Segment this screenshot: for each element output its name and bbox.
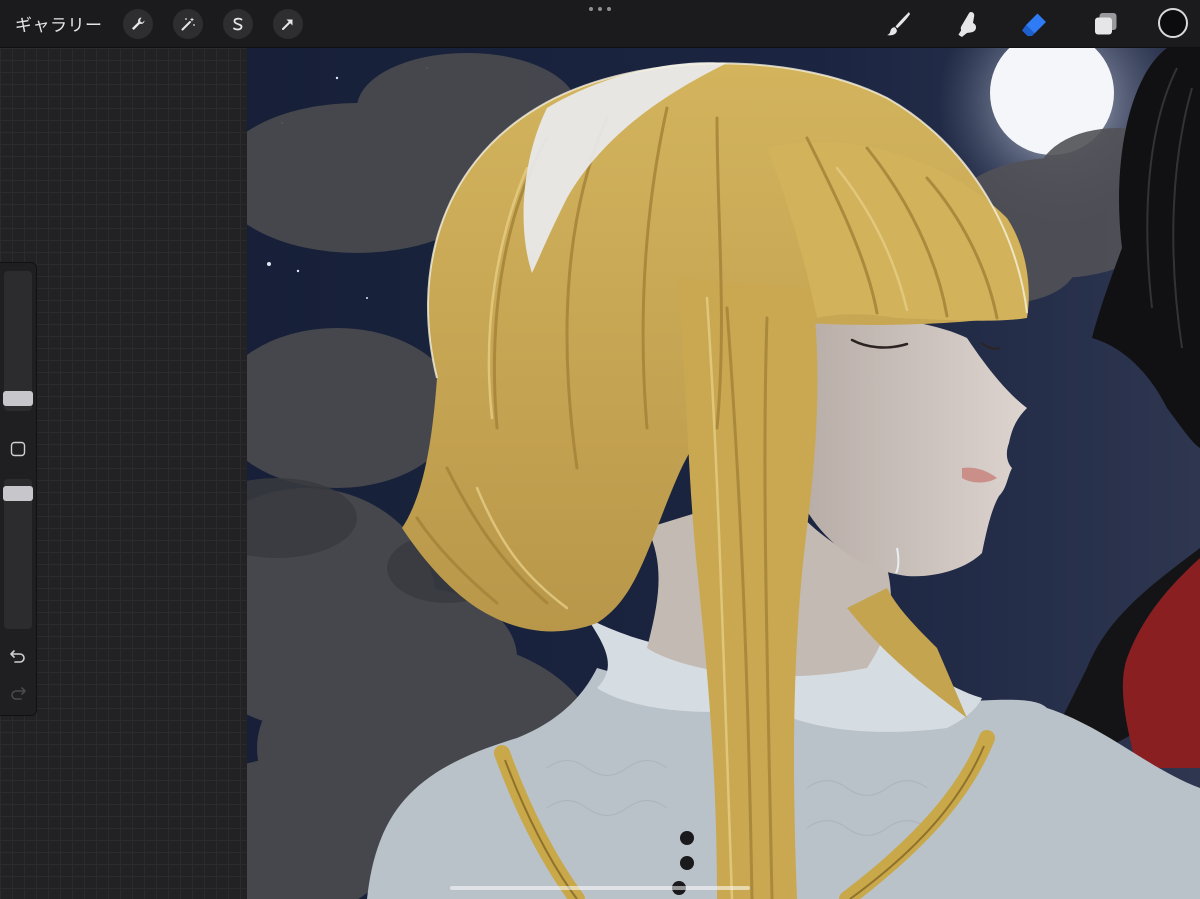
actions-button[interactable]	[123, 9, 153, 39]
brush-size-thumb[interactable]	[3, 391, 33, 406]
dot	[607, 7, 611, 11]
paint-tool-button[interactable]	[882, 8, 914, 40]
undo-button[interactable]	[8, 646, 28, 666]
opacity-slider[interactable]	[3, 479, 33, 629]
canvas-workspace-background	[0, 48, 247, 899]
brush-sidebar	[0, 262, 37, 716]
dot	[598, 7, 602, 11]
color-picker-button[interactable]	[1158, 8, 1188, 38]
adjustments-button[interactable]	[173, 9, 203, 39]
modify-button[interactable]	[10, 441, 26, 457]
wrench-icon	[132, 17, 145, 30]
drawing-canvas[interactable]	[247, 48, 1200, 899]
layers-button[interactable]	[1090, 8, 1122, 40]
selection-button[interactable]	[223, 9, 253, 39]
artwork-illustration	[247, 48, 1200, 899]
redo-icon	[11, 687, 26, 700]
modify-square-icon	[10, 441, 26, 457]
transform-button[interactable]	[273, 9, 303, 39]
top-toolbar: ギャラリー	[0, 0, 1200, 48]
opacity-thumb[interactable]	[3, 486, 33, 501]
smudge-icon	[958, 12, 977, 37]
eraser-icon	[1022, 13, 1046, 36]
magic-wand-icon	[181, 17, 195, 31]
dot	[589, 7, 593, 11]
selection-icon	[233, 17, 243, 31]
brush-size-slider[interactable]	[3, 271, 33, 411]
brush-icon	[887, 12, 910, 36]
gallery-button[interactable]: ギャラリー	[15, 11, 103, 36]
smudge-tool-button[interactable]	[950, 8, 982, 40]
undo-icon	[10, 650, 25, 663]
redo-button[interactable]	[8, 683, 28, 703]
more-options-handle[interactable]	[589, 2, 611, 16]
erase-tool-button[interactable]	[1018, 8, 1050, 40]
home-indicator[interactable]	[450, 886, 750, 890]
transform-arrow-icon	[282, 19, 293, 30]
layers-icon	[1095, 13, 1117, 35]
